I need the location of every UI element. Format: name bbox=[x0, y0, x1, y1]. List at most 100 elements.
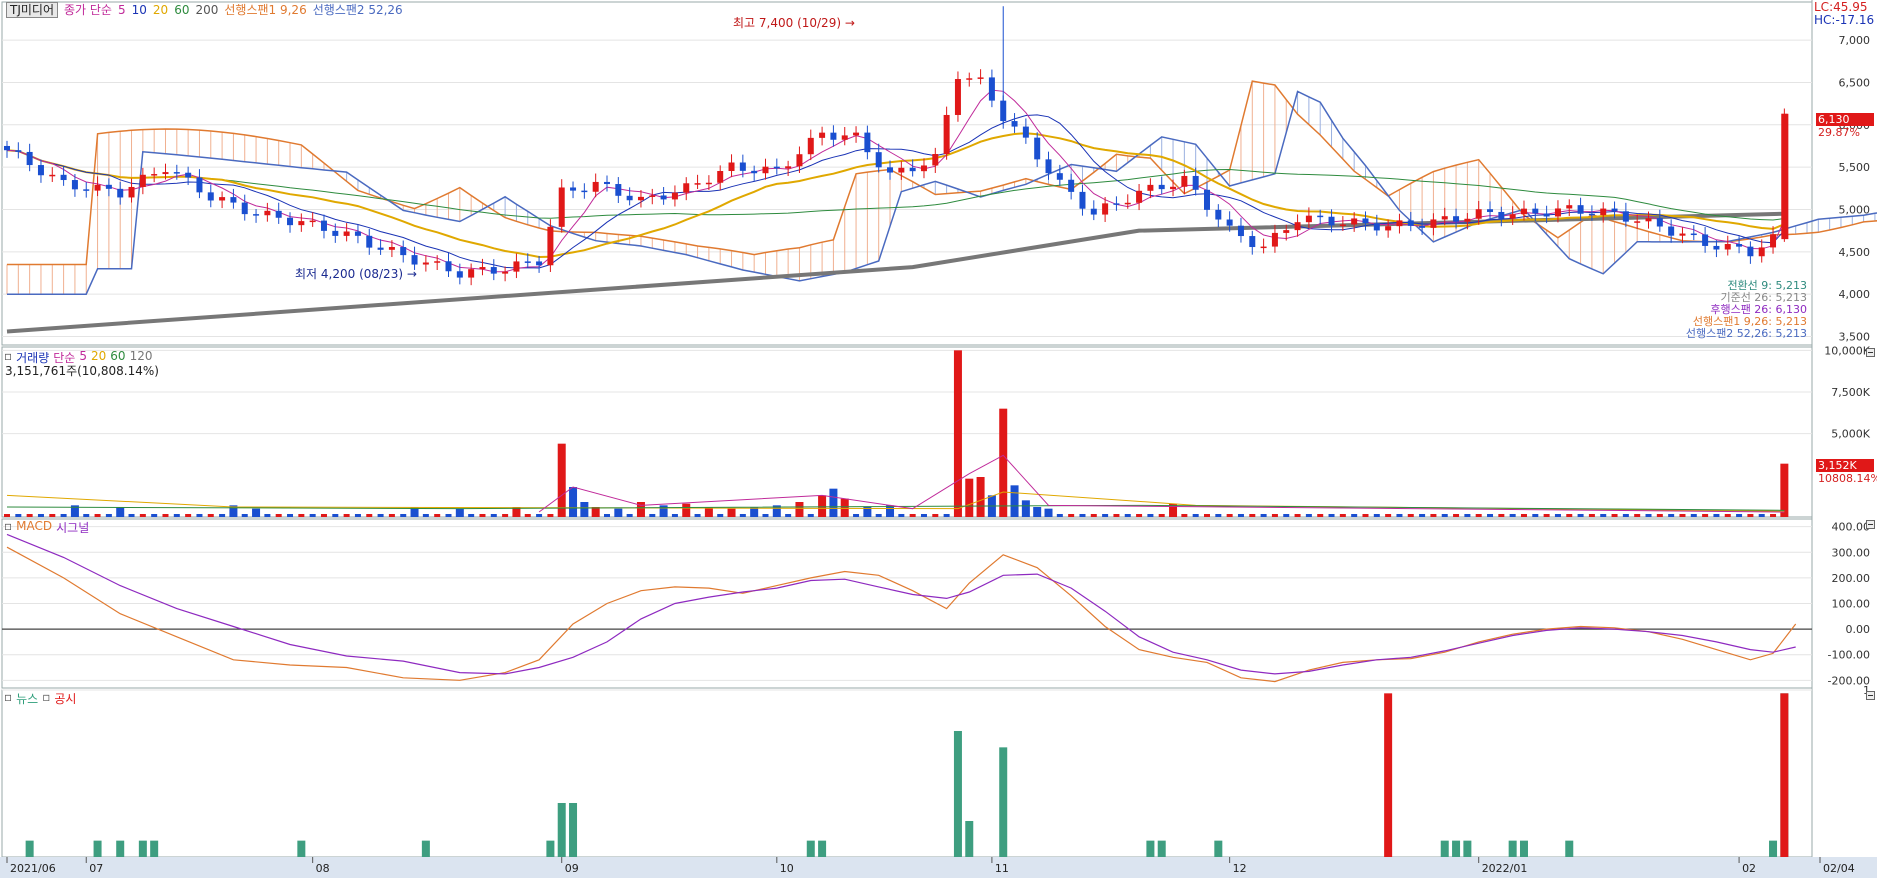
candle-body bbox=[422, 262, 429, 265]
candle-body bbox=[320, 220, 327, 231]
volume-bar bbox=[1464, 514, 1471, 517]
candle-body bbox=[683, 183, 690, 193]
disclosure-title[interactable]: 공시 bbox=[54, 690, 76, 707]
macd-title[interactable]: MACD bbox=[16, 519, 52, 536]
volume-bar bbox=[829, 488, 838, 517]
news-bar bbox=[116, 840, 125, 857]
collapse-icon[interactable]: ▫ bbox=[4, 519, 12, 536]
volume-bar bbox=[976, 477, 985, 517]
ma-period-5[interactable]: 5 bbox=[118, 3, 126, 17]
ma-period-200[interactable]: 200 bbox=[195, 3, 218, 17]
volume-bar bbox=[547, 514, 554, 517]
span2-label[interactable]: 선행스팬2 52,26 bbox=[313, 1, 403, 18]
volume-bar bbox=[60, 514, 67, 517]
candle-body bbox=[1713, 245, 1720, 250]
candle-body bbox=[1283, 230, 1290, 233]
volume-bar bbox=[1780, 463, 1789, 517]
panel-minimize-button[interactable] bbox=[1866, 348, 1875, 357]
candle-body bbox=[275, 210, 282, 218]
volume-bar bbox=[1407, 514, 1414, 517]
x-tick-label: 08 bbox=[316, 862, 330, 875]
candle-body bbox=[1419, 225, 1426, 228]
volume-bar bbox=[298, 514, 305, 517]
candle-body bbox=[1509, 214, 1516, 219]
volume-bar bbox=[953, 350, 962, 517]
volume-bar bbox=[1271, 514, 1278, 517]
volume-bar bbox=[37, 514, 44, 517]
news-bar bbox=[1146, 840, 1155, 857]
candle-body bbox=[988, 77, 995, 101]
volume-bar bbox=[377, 514, 384, 517]
panel-minimize-button[interactable] bbox=[1866, 520, 1875, 529]
candle-body bbox=[1611, 208, 1618, 212]
y-tick-label: 10,000K bbox=[1824, 344, 1870, 357]
candle-body bbox=[615, 184, 622, 196]
volume-bar bbox=[1396, 514, 1403, 517]
candle-body bbox=[1056, 173, 1063, 180]
volume-bar bbox=[1068, 514, 1075, 517]
volume-bar bbox=[727, 508, 736, 517]
candle-body bbox=[26, 151, 33, 166]
candle-body bbox=[479, 267, 486, 270]
candle-body bbox=[502, 271, 509, 274]
ma-period-20[interactable]: 20 bbox=[153, 3, 168, 17]
volume-bar bbox=[1453, 514, 1460, 517]
candle-body bbox=[1554, 208, 1561, 217]
span1-label[interactable]: 선행스팬1 9,26 bbox=[224, 1, 306, 18]
volume-bar bbox=[1192, 514, 1199, 517]
volume-bar bbox=[116, 507, 125, 517]
candle-body bbox=[898, 167, 905, 173]
ma-period-10[interactable]: 10 bbox=[132, 3, 147, 17]
candle-body bbox=[785, 166, 792, 169]
x-tick-label: 02 bbox=[1742, 862, 1756, 875]
candle-body bbox=[377, 247, 384, 250]
volume-bar bbox=[162, 514, 169, 517]
candle-body bbox=[558, 187, 565, 227]
stock-name-button[interactable]: TJ미디어 bbox=[6, 1, 58, 18]
candle-body bbox=[1102, 203, 1109, 215]
panel-minimize-button[interactable] bbox=[1866, 691, 1875, 700]
macd-signal-label[interactable]: 시그널 bbox=[56, 519, 89, 536]
news-bar bbox=[297, 840, 306, 857]
candle-body bbox=[649, 195, 656, 197]
volume-bar bbox=[1226, 514, 1233, 517]
volume-bar bbox=[965, 478, 974, 517]
candle-body bbox=[94, 184, 101, 191]
y-tick-label: 200.00 bbox=[1832, 572, 1871, 585]
volume-bar bbox=[1566, 514, 1573, 517]
volume-bar bbox=[219, 514, 226, 517]
volume-bar bbox=[682, 503, 691, 517]
candle-body bbox=[1226, 219, 1233, 226]
news-bar bbox=[953, 730, 962, 857]
news-bar bbox=[138, 840, 147, 857]
volume-bar bbox=[1181, 514, 1188, 517]
candle-body bbox=[728, 162, 735, 172]
news-title[interactable]: 뉴스 bbox=[16, 690, 38, 707]
candle-body bbox=[162, 172, 169, 175]
collapse-icon[interactable]: ▫ bbox=[4, 690, 12, 707]
ma-period-60[interactable]: 60 bbox=[174, 3, 189, 17]
volume-bar bbox=[1747, 514, 1754, 517]
candle-body bbox=[1294, 222, 1301, 231]
candle-body bbox=[1011, 121, 1018, 127]
disclosure-collapse-icon[interactable]: ▫ bbox=[42, 690, 50, 707]
volume-bar bbox=[388, 514, 395, 517]
volume-bar bbox=[455, 508, 464, 517]
candle-body bbox=[264, 210, 271, 216]
volume-bar bbox=[999, 408, 1008, 517]
volume-bar bbox=[785, 514, 792, 517]
y-tick-label: 300.00 bbox=[1832, 546, 1871, 559]
y-tick-label: 7,000 bbox=[1839, 34, 1871, 47]
panel-frame-price bbox=[1, 1, 1813, 346]
y-tick-label: 3,500 bbox=[1839, 331, 1871, 344]
candle-body bbox=[1113, 203, 1120, 205]
candle-body bbox=[1668, 226, 1675, 236]
high-annotation-text: 최고 7,400 (10/29) bbox=[733, 16, 842, 30]
volume-bar bbox=[1487, 514, 1494, 517]
candle-body bbox=[456, 271, 463, 278]
volume-bar bbox=[128, 514, 135, 517]
volume-bar bbox=[1532, 514, 1539, 517]
candle-body bbox=[1181, 175, 1188, 187]
candle-body bbox=[196, 177, 203, 193]
stock-chart[interactable]: 3,5004,0004,5005,0005,5006,0006,5007,000… bbox=[0, 0, 1877, 878]
